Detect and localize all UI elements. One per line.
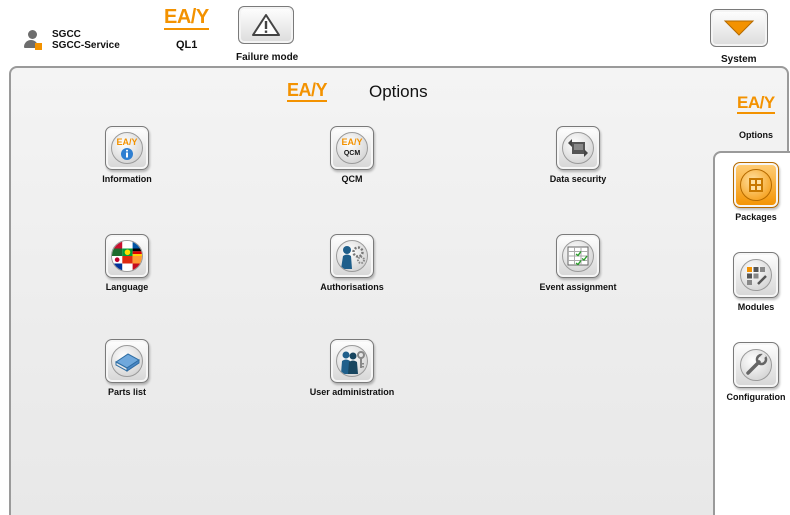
parts-list-label: Parts list [107, 387, 147, 397]
modules-item[interactable]: Modules [716, 252, 790, 312]
authorisations-button[interactable] [330, 234, 374, 278]
brand-logo: EA/Y [164, 6, 209, 30]
modules-icon [740, 259, 772, 291]
user-role: SGCC-Service [52, 40, 120, 51]
chevron-down-icon [723, 20, 755, 36]
event-assignment-tile[interactable]: Event assignment [533, 234, 623, 292]
qcm-label: QCM [341, 174, 363, 184]
authorisations-icon [336, 240, 368, 272]
configuration-label: Configuration [726, 392, 786, 402]
svg-text:EA/Y: EA/Y [116, 137, 137, 147]
user-administration-tile[interactable]: User administration [307, 339, 397, 397]
packages-icon [740, 169, 772, 201]
qcm-badge: QCM [344, 150, 361, 157]
page-title: Options [369, 82, 428, 101]
data-security-icon [562, 132, 594, 164]
authorisations-tile[interactable]: Authorisations [307, 234, 397, 292]
flags-icon [111, 240, 143, 272]
packages-button[interactable] [733, 162, 779, 208]
information-button[interactable]: EA/Y [105, 126, 149, 170]
top-bar: SGCC SGCC-Service EA/Y QL1 Failure mode … [0, 0, 790, 66]
packages-item[interactable]: Packages [716, 162, 790, 222]
user-name: SGCC [52, 29, 81, 40]
warning-icon [252, 14, 280, 36]
packages-label: Packages [735, 212, 777, 222]
parts-list-tile[interactable]: Parts list [82, 339, 172, 397]
svg-text:EA/Y: EA/Y [341, 137, 362, 147]
ql-label: QL1 [176, 39, 198, 51]
side-logo: EA/Y [737, 93, 775, 114]
language-label: Language [105, 282, 149, 292]
system-label: System [721, 54, 757, 65]
side-options-label: Options [739, 130, 773, 140]
parts-list-button[interactable] [105, 339, 149, 383]
event-assignment-icon [562, 240, 594, 272]
configuration-button[interactable] [733, 342, 779, 388]
data-security-label: Data security [549, 174, 607, 184]
modules-button[interactable] [733, 252, 779, 298]
modules-label: Modules [737, 302, 775, 312]
options-logo: EA/Y [287, 80, 328, 102]
system-button[interactable] [710, 9, 768, 47]
user-icon [24, 30, 42, 50]
information-tile[interactable]: EA/Y Information [82, 126, 172, 184]
info-icon: EA/Y [111, 132, 143, 164]
qcm-tile[interactable]: EA/Y QCM QCM [307, 126, 397, 184]
user-info: SGCC SGCC-Service [24, 29, 120, 51]
failure-mode-label: Failure mode [236, 52, 299, 63]
wrench-icon [740, 349, 772, 381]
language-tile[interactable]: Language [82, 234, 172, 292]
event-assignment-button[interactable] [556, 234, 600, 278]
book-icon [111, 345, 143, 377]
user-administration-label: User administration [309, 387, 395, 397]
user-administration-button[interactable] [330, 339, 374, 383]
user-admin-icon [336, 345, 368, 377]
data-security-tile[interactable]: Data security [533, 126, 623, 184]
qcm-button[interactable]: EA/Y QCM [330, 126, 374, 170]
configuration-item[interactable]: Configuration [716, 342, 790, 402]
data-security-button[interactable] [556, 126, 600, 170]
language-button[interactable] [105, 234, 149, 278]
information-label: Information [102, 174, 152, 184]
event-assignment-label: Event assignment [539, 282, 617, 292]
qcm-icon: EA/Y QCM [336, 132, 368, 164]
failure-mode-button[interactable] [238, 6, 294, 44]
authorisations-label: Authorisations [320, 282, 384, 292]
